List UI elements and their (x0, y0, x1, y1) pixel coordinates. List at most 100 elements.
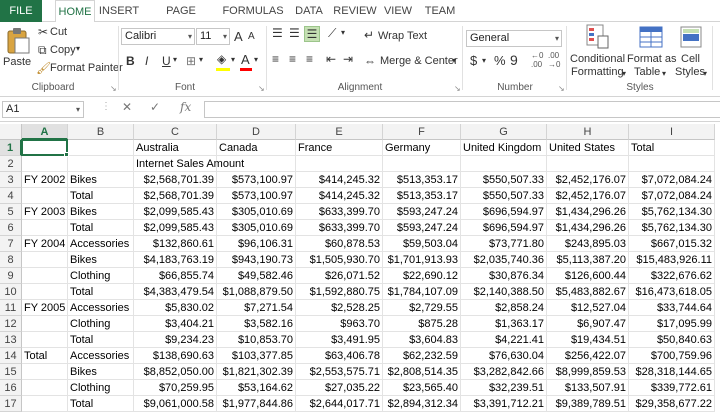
cell-d2[interactable] (217, 156, 296, 172)
cell-b3[interactable]: Bikes (68, 172, 134, 188)
cell-c16[interactable]: $70,259.95 (134, 380, 217, 396)
cell-i14[interactable]: $700,759.96 (629, 348, 715, 364)
cell-c8[interactable]: $4,183,763.19 (134, 252, 217, 268)
tab-home[interactable]: HOME (55, 0, 95, 23)
cell-i9[interactable]: $322,676.62 (629, 268, 715, 284)
cell-g5[interactable]: $696,594.97 (461, 204, 547, 220)
cell-f10[interactable]: $1,784,107.09 (383, 284, 461, 300)
cell-h5[interactable]: $1,434,296.26 (547, 204, 629, 220)
cell-a8[interactable] (22, 252, 68, 268)
tab-view[interactable]: VIEW (381, 0, 415, 22)
cell-i3[interactable]: $7,072,084.24 (629, 172, 715, 188)
wrap-text-button[interactable]: Wrap Text (378, 30, 427, 42)
cell-e9[interactable]: $26,071.52 (296, 268, 383, 284)
copy-button[interactable]: Copy (50, 44, 76, 56)
cell-h10[interactable]: $5,483,882.67 (547, 284, 629, 300)
row-header[interactable]: 11 (0, 300, 22, 316)
cell-h8[interactable]: $5,113,387.20 (547, 252, 629, 268)
cell-h14[interactable]: $256,422.07 (547, 348, 629, 364)
cell-b2[interactable] (68, 156, 134, 172)
cell-c15[interactable]: $8,852,050.00 (134, 364, 217, 380)
cell-f3[interactable]: $513,353.17 (383, 172, 461, 188)
cell-d4[interactable]: $573,100.97 (217, 188, 296, 204)
borders-icon[interactable]: ⊞ (186, 54, 196, 68)
cell-i17[interactable]: $29,358,677.22 (629, 396, 715, 412)
cell-c12[interactable]: $3,404.21 (134, 316, 217, 332)
cell-b6[interactable]: Total (68, 220, 134, 236)
align-top-icon[interactable]: ☰ (272, 26, 283, 40)
align-middle-icon[interactable]: ☰ (289, 26, 300, 40)
format-painter-button[interactable]: Format Painter (50, 62, 123, 74)
format-painter-icon[interactable]: 🖌 (36, 61, 51, 75)
cell-i8[interactable]: $15,483,926.11 (629, 252, 715, 268)
cell-g6[interactable]: $696,594.97 (461, 220, 547, 236)
column-header-f[interactable]: F (383, 124, 461, 140)
cell-h13[interactable]: $19,434.51 (547, 332, 629, 348)
cell-e4[interactable]: $414,245.32 (296, 188, 383, 204)
cell-a6[interactable] (22, 220, 68, 236)
row-header[interactable]: 7 (0, 236, 22, 252)
cell-f11[interactable]: $2,729.55 (383, 300, 461, 316)
decrease-indent-icon[interactable]: ⇤ (326, 52, 336, 66)
cell-g8[interactable]: $2,035,740.36 (461, 252, 547, 268)
cell-b9[interactable]: Clothing (68, 268, 134, 284)
row-header[interactable]: 17 (0, 396, 22, 412)
copy-icon[interactable]: ⧉ (38, 43, 47, 57)
cell-g7[interactable]: $73,771.80 (461, 236, 547, 252)
tab-team[interactable]: TEAM (420, 0, 460, 22)
increase-decimal-icon[interactable]: ←0.00 (531, 51, 543, 69)
cell-i12[interactable]: $17,095.99 (629, 316, 715, 332)
cell-i2[interactable] (629, 156, 715, 172)
cell-e17[interactable]: $2,644,017.71 (296, 396, 383, 412)
column-header-b[interactable]: B (68, 124, 134, 140)
cell-i13[interactable]: $50,840.63 (629, 332, 715, 348)
cell-i6[interactable]: $5,762,134.30 (629, 220, 715, 236)
cell-d9[interactable]: $49,582.46 (217, 268, 296, 284)
cell-a2[interactable] (22, 156, 68, 172)
cell-f14[interactable]: $62,232.59 (383, 348, 461, 364)
enter-icon[interactable]: ✓ (150, 100, 160, 114)
row-header[interactable]: 10 (0, 284, 22, 300)
cell-g1[interactable]: United Kingdom (461, 140, 547, 156)
merge-center-button[interactable]: Merge & Center (380, 55, 458, 67)
cell-c10[interactable]: $4,383,479.54 (134, 284, 217, 300)
grow-font-button[interactable]: A (234, 29, 243, 44)
cell-g17[interactable]: $3,391,712.21 (461, 396, 547, 412)
cell-c17[interactable]: $9,061,000.58 (134, 396, 217, 412)
cell-e11[interactable]: $2,528.25 (296, 300, 383, 316)
cell-i5[interactable]: $5,762,134.30 (629, 204, 715, 220)
cell-h9[interactable]: $126,600.44 (547, 268, 629, 284)
cell-e14[interactable]: $63,406.78 (296, 348, 383, 364)
cell-f8[interactable]: $1,701,913.93 (383, 252, 461, 268)
cell-d12[interactable]: $3,582.16 (217, 316, 296, 332)
cell-e6[interactable]: $633,399.70 (296, 220, 383, 236)
cell-e3[interactable]: $414,245.32 (296, 172, 383, 188)
conditional-formatting-dropdown-icon[interactable]: ▾ (622, 69, 626, 78)
font-color-dropdown-icon[interactable]: ▾ (254, 55, 258, 64)
row-header[interactable]: 5 (0, 204, 22, 220)
cell-a9[interactable] (22, 268, 68, 284)
cell-b16[interactable]: Clothing (68, 380, 134, 396)
cell-e8[interactable]: $1,505,930.70 (296, 252, 383, 268)
row-header[interactable]: 12 (0, 316, 22, 332)
number-format-combo[interactable]: General ▾ (466, 30, 562, 47)
cell-d7[interactable]: $96,106.31 (217, 236, 296, 252)
cell-a16[interactable] (22, 380, 68, 396)
cell-d17[interactable]: $1,977,844.86 (217, 396, 296, 412)
worksheet-grid[interactable]: A B C D E F G H I 1 Australia Canada France Germany Un… (0, 124, 720, 413)
row-header[interactable]: 13 (0, 332, 22, 348)
cell-d8[interactable]: $943,190.73 (217, 252, 296, 268)
cell-h12[interactable]: $6,907.47 (547, 316, 629, 332)
comma-button[interactable]: 9 (510, 52, 518, 68)
alignment-launcher-icon[interactable]: ↘ (454, 84, 461, 93)
cell-g15[interactable]: $3,282,842.66 (461, 364, 547, 380)
tab-file[interactable]: FILE (0, 0, 42, 22)
cell-c5[interactable]: $2,099,585.43 (134, 204, 217, 220)
cell-i7[interactable]: $667,015.32 (629, 236, 715, 252)
cell-e10[interactable]: $1,592,880.75 (296, 284, 383, 300)
column-header-h[interactable]: H (547, 124, 629, 140)
cell-c7[interactable]: $132,860.61 (134, 236, 217, 252)
cell-b7[interactable]: Accessories (68, 236, 134, 252)
underline-dropdown-icon[interactable]: ▾ (173, 55, 177, 64)
cell-a7[interactable]: FY 2004 (22, 236, 68, 252)
